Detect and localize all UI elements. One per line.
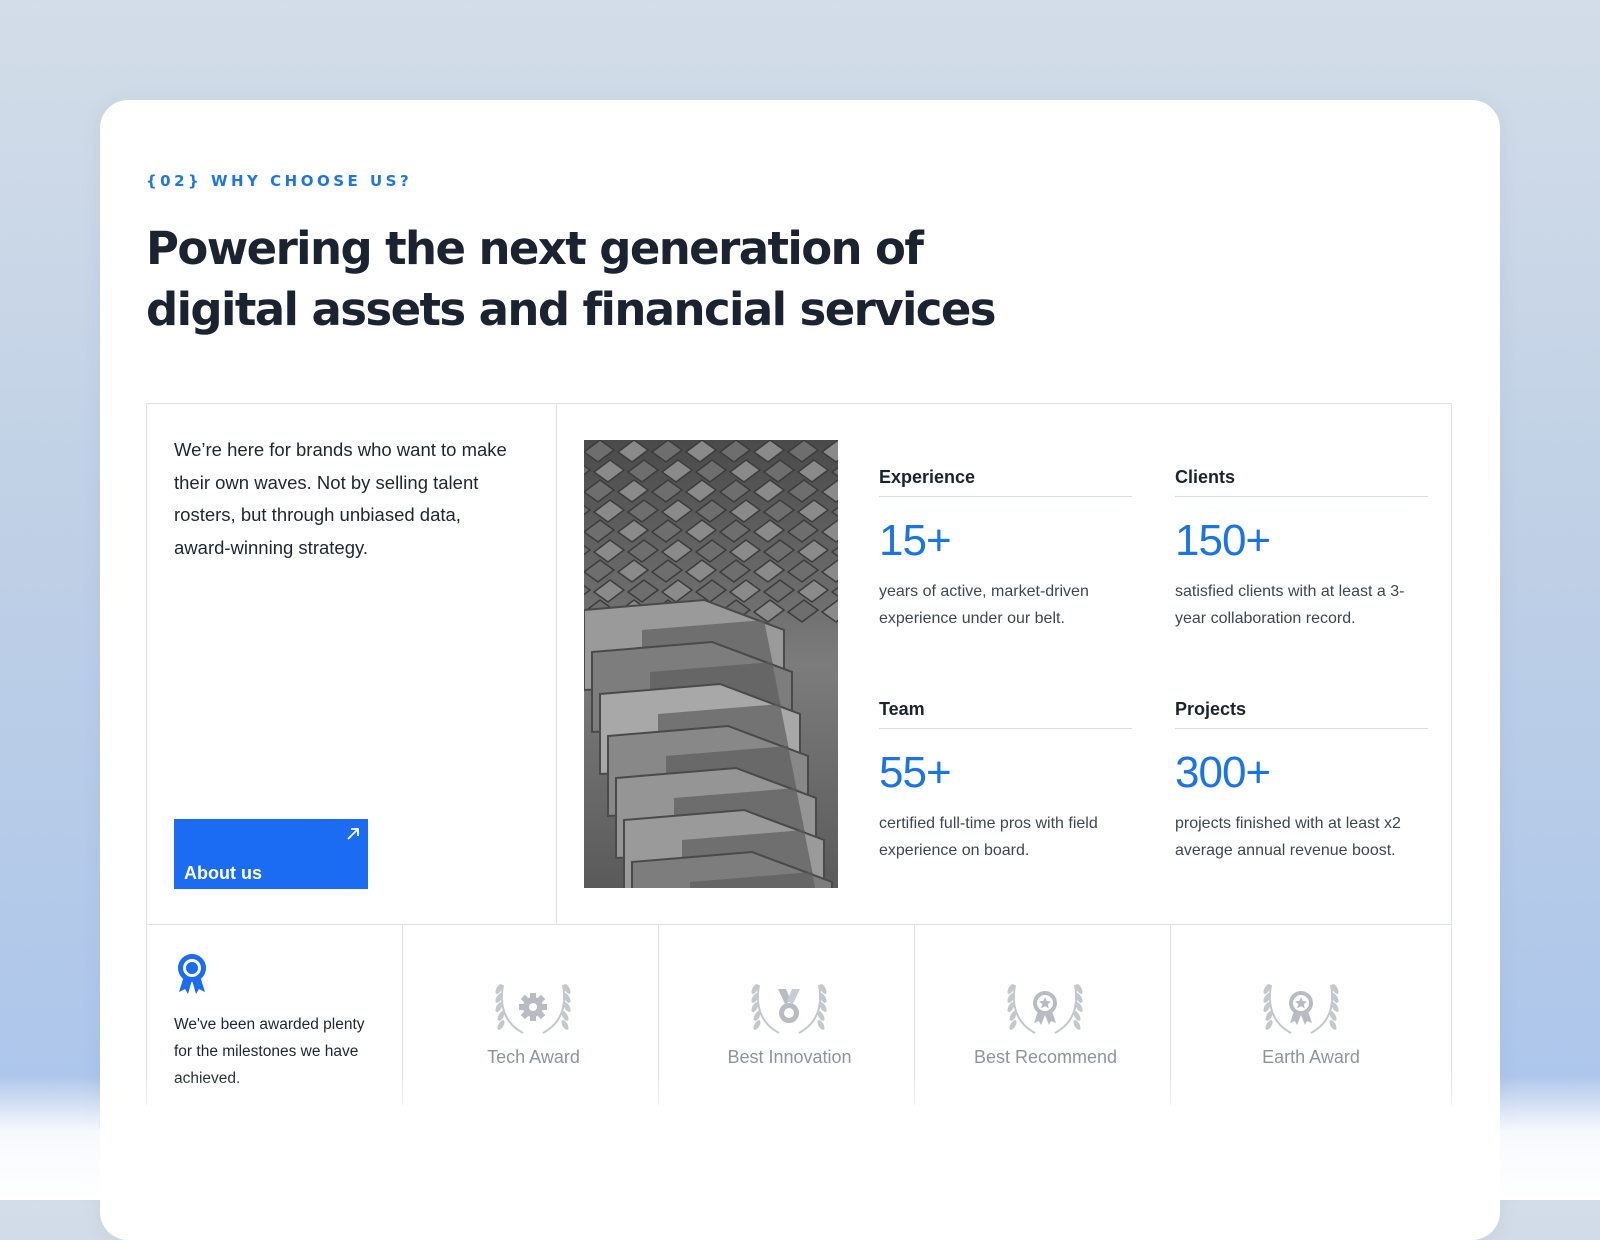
section-eyebrow: {02} WHY CHOOSE US? <box>146 172 413 190</box>
stat-projects: Projects 300+ projects finished with at … <box>1175 691 1428 864</box>
award-name: Best Innovation <box>727 1047 852 1067</box>
stat-description: certified full-time pros with field expe… <box>879 815 1098 859</box>
award-tech: Tech Award <box>402 925 664 1105</box>
stat-label: Clients <box>1175 459 1428 497</box>
awards-row: We've been awarded plenty for the milest… <box>146 925 1452 1105</box>
stat-experience: Experience 15+ years of active, market-d… <box>879 459 1132 632</box>
concrete-architecture-photo <box>584 440 838 888</box>
panel-divider <box>556 404 557 924</box>
stat-team: Team 55+ certified full-time pros with f… <box>879 691 1132 864</box>
stat-value: 55+ <box>879 748 952 797</box>
medal-laurel-icon <box>751 984 827 1034</box>
why-choose-us-card: {02} WHY CHOOSE US? Powering the next ge… <box>100 100 1500 1240</box>
stat-value: 150+ <box>1175 516 1271 565</box>
awards-intro-text: We've been awarded plenty for the milest… <box>174 1016 365 1087</box>
about-us-label: About us <box>184 863 262 883</box>
about-us-button[interactable]: About us <box>174 819 368 889</box>
stat-description: years of active, market-driven experienc… <box>879 583 1089 627</box>
award-earth: Earth Award <box>1170 925 1451 1105</box>
award-name: Earth Award <box>1262 1047 1360 1067</box>
stat-description: satisfied clients with at least a 3-year… <box>1175 583 1405 627</box>
gear-laurel-icon <box>495 984 571 1034</box>
stat-label: Experience <box>879 459 1132 497</box>
awards-intro: We've been awarded plenty for the milest… <box>147 925 409 1105</box>
arrow-up-right-icon <box>347 828 359 840</box>
stats-panel: We’re here for brands who want to make t… <box>146 403 1452 925</box>
section-headline: Powering the next generation of digital … <box>146 218 1046 340</box>
award-name: Best Recommend <box>973 1047 1118 1067</box>
award-name: Tech Award <box>487 1047 580 1067</box>
award-ribbon-icon <box>178 954 206 994</box>
intro-text: We’re here for brands who want to make t… <box>174 439 507 558</box>
stat-label: Projects <box>1175 691 1428 729</box>
stat-label: Team <box>879 691 1132 729</box>
star-badge-laurel-icon <box>1263 984 1339 1034</box>
star-badge-laurel-icon <box>1007 984 1083 1034</box>
stat-description: projects finished with at least x2 avera… <box>1175 815 1401 859</box>
stat-clients: Clients 150+ satisfied clients with at l… <box>1175 459 1428 632</box>
headline-line-2: digital assets and financial services <box>146 283 997 336</box>
headline-line-1: Powering the next generation of <box>146 222 924 275</box>
stat-value: 300+ <box>1175 748 1271 797</box>
stat-value: 15+ <box>879 516 952 565</box>
award-best-innovation: Best Innovation <box>658 925 920 1105</box>
award-best-recommend: Best Recommend <box>914 925 1176 1105</box>
